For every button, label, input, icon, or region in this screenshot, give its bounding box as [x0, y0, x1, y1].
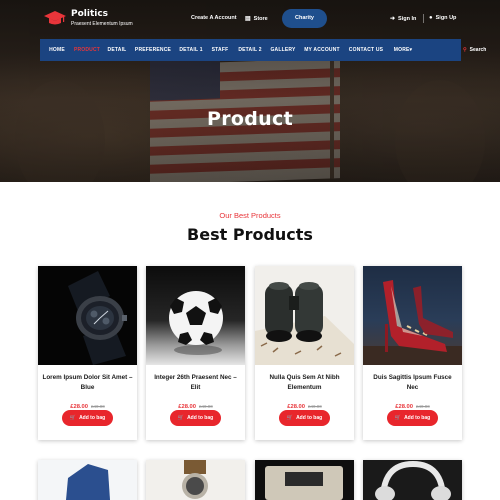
- caret-down-icon: ▾: [409, 47, 413, 53]
- add-to-bag-button[interactable]: 🛒 Add to bag: [170, 410, 221, 426]
- sign-in-link[interactable]: ➜ Sign In: [390, 15, 416, 22]
- product-card[interactable]: Integer 26th Praesent Nec – Elit £28.00 £…: [146, 266, 245, 440]
- nav-item-detail-1[interactable]: DETAIL 1: [177, 39, 205, 61]
- nav-item-staff[interactable]: STAFF: [209, 39, 231, 61]
- product-card[interactable]: Nulla Quis Sem At Nibh Elementum £28.00 £…: [255, 266, 354, 440]
- page-title: Product: [207, 108, 293, 130]
- add-to-bag-button[interactable]: 🛒 Add to bag: [387, 410, 438, 426]
- divider: [423, 14, 424, 23]
- high-heel-image[interactable]: [363, 266, 462, 365]
- add-to-bag-button[interactable]: 🛒 Add to bag: [279, 410, 330, 426]
- product-card[interactable]: [38, 460, 137, 500]
- cassette-image: [265, 466, 343, 500]
- product-name[interactable]: Lorem Ipsum Dolor Sit Amet – Blue: [42, 373, 133, 392]
- store-link[interactable]: ▤ Store: [245, 15, 268, 22]
- search-label: Search: [469, 47, 487, 53]
- search-icon: ⚲: [463, 47, 467, 53]
- cart-icon: 🛒: [286, 415, 294, 421]
- logo-name: Politics: [71, 9, 109, 19]
- add-to-bag-label: Add to bag: [296, 415, 323, 421]
- nav-item-my-account[interactable]: MY ACCOUNT: [302, 39, 342, 61]
- product-card[interactable]: [255, 460, 354, 500]
- section-title: Best Products: [187, 225, 313, 244]
- main-nav: HOME PRODUCT DETAIL PREFERENCE DETAIL 1 …: [40, 39, 486, 61]
- add-to-bag-button[interactable]: 🛒 Add to bag: [62, 410, 113, 426]
- store-label: Store: [253, 16, 268, 22]
- cart-icon: 🛒: [69, 415, 77, 421]
- watch-image[interactable]: [38, 266, 137, 365]
- product-name[interactable]: Nulla Quis Sem At Nibh Elementum: [259, 373, 350, 392]
- add-to-bag-label: Add to bag: [187, 415, 214, 421]
- user-icon: ●: [429, 15, 433, 21]
- product-card[interactable]: [146, 460, 245, 500]
- product-card[interactable]: Lorem Ipsum Dolor Sit Amet – Blue £28.00…: [38, 266, 137, 440]
- price-old: £40.00: [198, 404, 213, 409]
- graduation-cap-icon: [44, 11, 66, 25]
- create-account-link[interactable]: Create A Account: [191, 15, 237, 21]
- add-to-bag-label: Add to bag: [79, 415, 106, 421]
- sign-up-label: Sign Up: [435, 15, 457, 21]
- sign-in-icon: ➜: [390, 16, 396, 22]
- product-card[interactable]: [363, 460, 462, 500]
- nav-item-home[interactable]: HOME: [47, 39, 67, 61]
- logo-tagline: Praesent Elementum Ipsum: [71, 21, 133, 27]
- price-old: £40.00: [90, 404, 105, 409]
- nav-item-detail[interactable]: DETAIL: [106, 39, 128, 61]
- create-account-label: Create A Account: [191, 15, 237, 21]
- soccer-ball-image[interactable]: [146, 266, 245, 365]
- product-card[interactable]: Duis Sagittis Ipsum Fusce Nec £28.00 £40.…: [363, 266, 462, 440]
- nav-item-preference[interactable]: PREFERENCE: [133, 39, 173, 61]
- product-name[interactable]: Duis Sagittis Ipsum Fusce Nec: [367, 373, 458, 392]
- price-old: £40.00: [415, 404, 430, 409]
- search-button[interactable]: ⚲ Search: [463, 39, 486, 61]
- sneaker-image: [66, 464, 110, 500]
- sign-in-label: Sign In: [398, 16, 417, 22]
- nav-more-label: MORE: [393, 47, 410, 53]
- nav-item-gallery[interactable]: GALLERY: [269, 39, 297, 61]
- wristwatch-image: [182, 460, 208, 499]
- sign-up-link[interactable]: ● Sign Up: [429, 15, 456, 21]
- cart-icon: 🛒: [394, 415, 402, 421]
- nav-item-product[interactable]: PRODUCT: [72, 39, 102, 61]
- nav-item-detail-2[interactable]: DETAIL 2: [236, 39, 264, 61]
- binoculars-image[interactable]: [255, 266, 354, 365]
- store-icon: ▤: [245, 16, 251, 22]
- headphones-image: [375, 460, 451, 500]
- site-logo[interactable]: Politics Praesent Elementum Ipsum: [44, 9, 164, 29]
- charity-button[interactable]: Charity: [282, 9, 327, 28]
- price-old: £40.00: [307, 404, 322, 409]
- nav-item-more[interactable]: MORE▾: [390, 39, 416, 61]
- cart-icon: 🛒: [177, 415, 185, 421]
- nav-item-contact-us[interactable]: CONTACT US: [346, 39, 386, 61]
- add-to-bag-label: Add to bag: [404, 415, 431, 421]
- product-name[interactable]: Integer 26th Praesent Nec – Elit: [150, 373, 241, 392]
- section-subtitle: Our Best Products: [219, 211, 281, 220]
- top-bar: Politics Praesent Elementum Ipsum Create…: [0, 0, 500, 36]
